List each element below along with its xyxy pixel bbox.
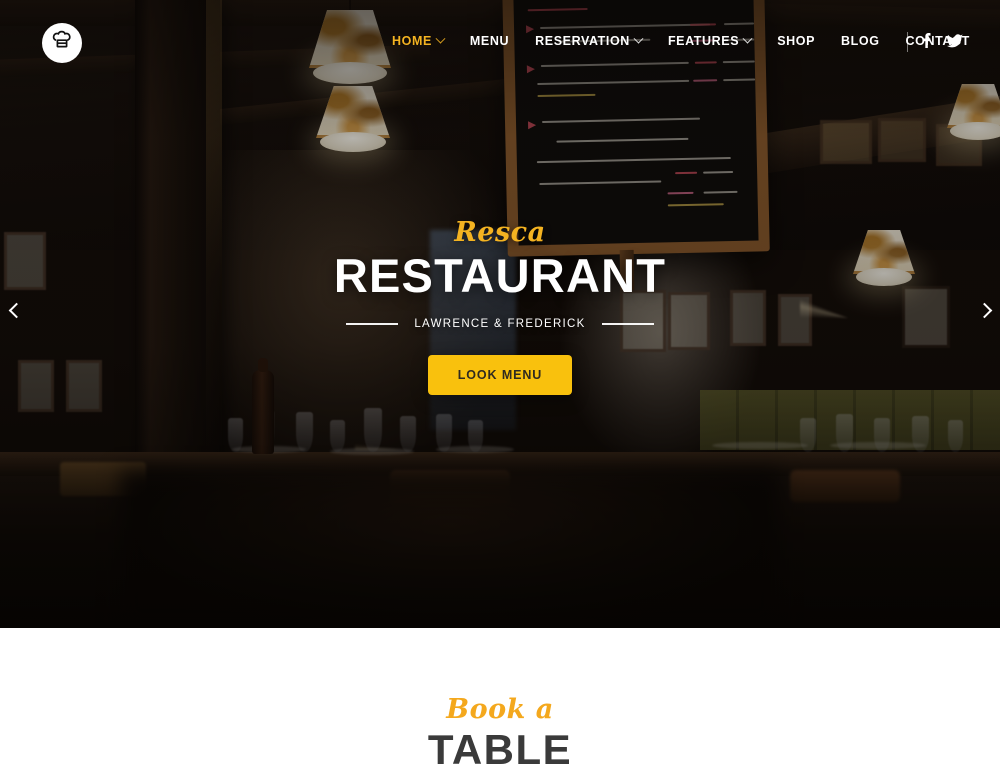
nav-item-reservation[interactable]: RESERVATION: [535, 33, 644, 48]
hero-subtitle: LAWRENCE & FREDERICK: [414, 317, 586, 330]
facebook-icon[interactable]: [920, 33, 933, 53]
nav-label: BLOG: [841, 34, 880, 48]
hero-slider: HOME MENU RESERVATION FEATURES SHOP BLOG: [0, 0, 1000, 628]
nav-item-blog[interactable]: BLOG: [841, 34, 880, 48]
hero-subtitle-row: LAWRENCE & FREDERICK: [346, 317, 654, 330]
subtitle-rule-right: [601, 322, 654, 325]
nav-item-shop[interactable]: SHOP: [777, 34, 815, 48]
nav-label: MENU: [469, 34, 510, 48]
booking-script-text: Book a: [446, 694, 554, 725]
booking-title: TABLE: [427, 726, 573, 773]
nav-label: FEATURES: [667, 34, 740, 48]
chef-hat-icon: [50, 29, 74, 58]
look-menu-button[interactable]: LOOK MENU: [427, 354, 573, 395]
chevron-left-icon: [8, 302, 24, 318]
nav-label: RESERVATION: [535, 34, 630, 48]
nav-item-menu[interactable]: MENU: [470, 34, 509, 48]
chevron-down-icon: [435, 33, 446, 44]
nav-item-home[interactable]: HOME: [392, 33, 446, 48]
site-logo[interactable]: [42, 23, 82, 63]
nav-item-features[interactable]: FEATURES: [667, 33, 753, 48]
social-links: [920, 33, 963, 53]
nav-menu: HOME MENU RESERVATION FEATURES SHOP BLOG: [392, 33, 970, 48]
nav-label: SHOP: [777, 34, 816, 48]
hero-title: RESTAURANT: [333, 249, 667, 303]
twitter-icon[interactable]: [947, 33, 963, 53]
subtitle-rule-left: [346, 322, 399, 325]
nav-divider: [907, 32, 908, 52]
hero-script-text: Resca: [454, 217, 546, 249]
slider-prev-button[interactable]: [2, 296, 30, 324]
nav-label: HOME: [392, 34, 432, 48]
chevron-down-icon: [742, 33, 753, 44]
main-navigation: HOME MENU RESERVATION FEATURES SHOP BLOG: [0, 0, 1000, 86]
hero-content: Resca RESTAURANT LAWRENCE & FREDERICK LO…: [0, 0, 1000, 628]
chevron-right-icon: [976, 302, 992, 318]
slider-next-button[interactable]: [970, 296, 998, 324]
chevron-down-icon: [633, 33, 644, 44]
booking-section: Book a TABLE: [0, 628, 1000, 771]
